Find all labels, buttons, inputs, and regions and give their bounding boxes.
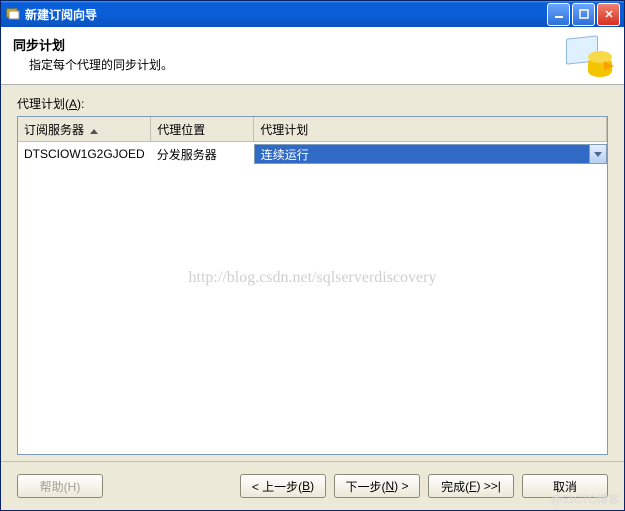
table-row[interactable]: DTSCIOW1G2GJOED 分发服务器 连续运行 [18,142,607,167]
content-area: 代理计划(A): 订阅服务器 代理位置 代理计划 DTSCIOW1G2GJOED… [1,85,624,461]
watermark-text: http://blog.csdn.net/sqlserverdiscovery [18,269,607,287]
title-bar[interactable]: 新建订阅向导 [1,1,624,27]
window-title: 新建订阅向导 [25,6,545,23]
cell-subscriber: DTSCIOW1G2GJOED [18,142,151,167]
schedule-dropdown[interactable]: 连续运行 [254,144,607,164]
next-button[interactable]: 下一步(N) > [334,474,420,498]
wizard-footer: 帮助(H) < 上一步(B) 下一步(N) > 完成(F) >>| 取消 [1,461,624,510]
table-label: 代理计划(A): [17,95,608,112]
header-graphic [564,35,612,77]
app-icon [5,6,21,22]
minimize-button[interactable] [547,3,570,26]
cell-schedule: 连续运行 [254,142,607,167]
agent-table: 订阅服务器 代理位置 代理计划 DTSCIOW1G2GJOED 分发服务器 连续… [17,116,608,455]
cancel-button[interactable]: 取消 [522,474,608,498]
page-subtitle: 指定每个代理的同步计划。 [29,56,564,73]
back-button[interactable]: < 上一步(B) [240,474,326,498]
chevron-down-icon [594,152,602,157]
sort-asc-icon [90,129,98,134]
help-button[interactable]: 帮助(H) [17,474,103,498]
wizard-window: 新建订阅向导 同步计划 指定每个代理的同步计划。 代理计划(A): 订阅服务器 … [0,0,625,511]
page-title: 同步计划 [13,35,564,54]
wizard-header: 同步计划 指定每个代理的同步计划。 [1,27,624,85]
maximize-button[interactable] [572,3,595,26]
finish-button[interactable]: 完成(F) >>| [428,474,514,498]
col-agent-schedule[interactable]: 代理计划 [254,117,607,142]
dropdown-value: 连续运行 [254,144,589,164]
col-subscriber[interactable]: 订阅服务器 [18,117,151,142]
dropdown-button[interactable] [589,144,607,164]
close-button[interactable] [597,3,620,26]
col-agent-location[interactable]: 代理位置 [151,117,254,142]
cell-location: 分发服务器 [151,142,254,167]
